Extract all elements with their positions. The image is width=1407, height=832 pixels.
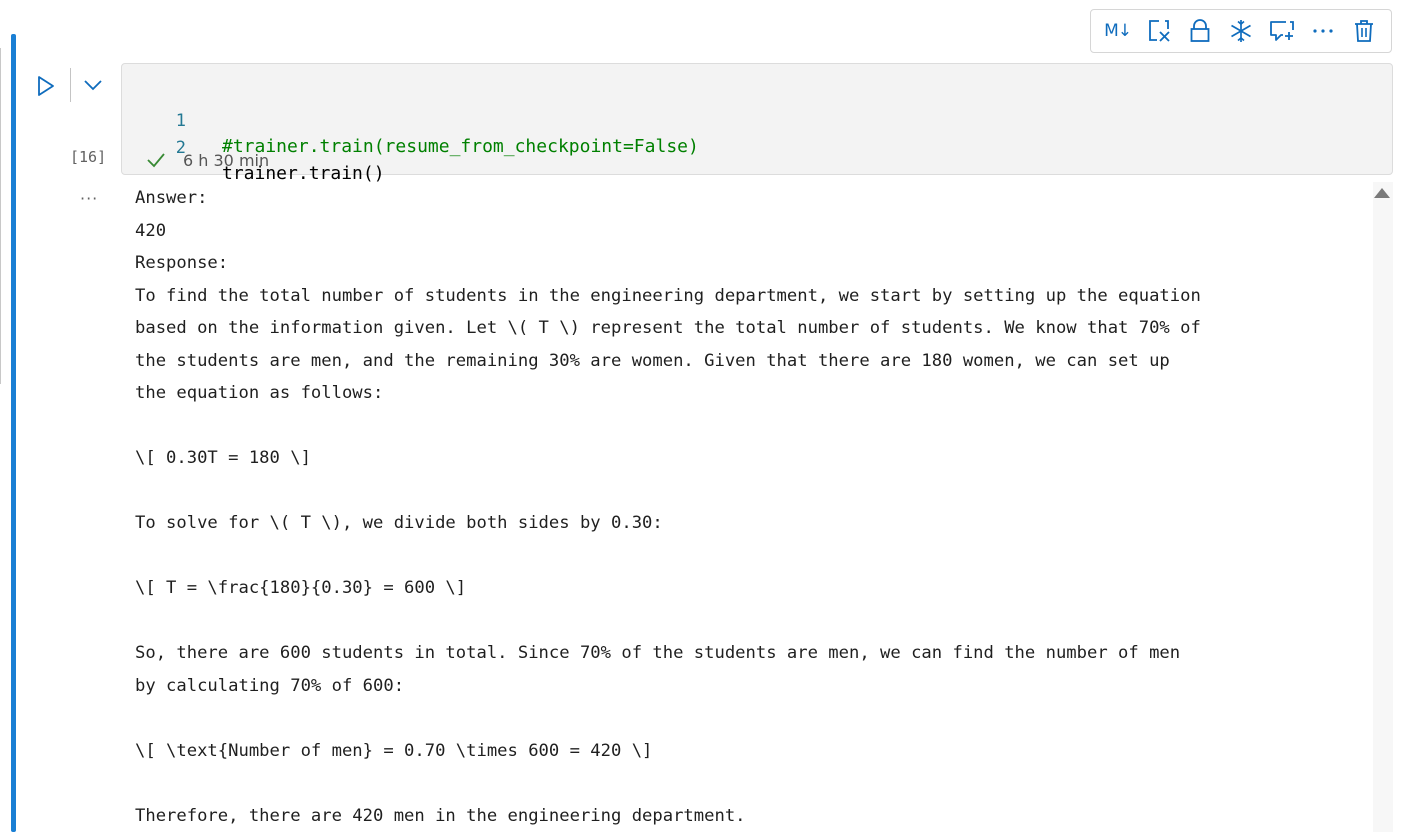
output-line: based on the information given. Let \( T…: [135, 318, 1201, 338]
comment-add-icon: [1270, 21, 1295, 41]
code-line: 1 #trainer.train(resume_from_checkpoint=…: [122, 82, 699, 157]
cell-output: Answer: 420 Response: To find the total …: [135, 182, 1365, 832]
output-line: To solve for \( T \), we divide both sid…: [135, 513, 663, 533]
output-line: by calculating 70% of 600:: [135, 675, 405, 696]
freeze-button[interactable]: [1224, 14, 1258, 48]
snowflake-icon: [1231, 20, 1251, 42]
window-left-edge: [0, 48, 1, 384]
lock-button[interactable]: [1183, 14, 1217, 48]
execution-status: 6 h 30 min: [146, 148, 269, 172]
output-line: Response:: [135, 253, 229, 273]
output-line: So, there are 600 students in total. Sin…: [135, 643, 1181, 663]
more-actions-button[interactable]: [1306, 14, 1340, 48]
markdown-toggle-button[interactable]: M↓: [1101, 14, 1135, 48]
cell-toolbar: M↓: [1090, 9, 1392, 53]
lock-icon: [1190, 19, 1210, 42]
ellipsis-icon: [1313, 29, 1333, 33]
output-scrollbar[interactable]: [1373, 182, 1393, 832]
code-line: 2 trainer.train(): [122, 109, 385, 184]
output-line: \[ 0.30T = 180 \]: [135, 448, 311, 468]
chevron-down-icon: [84, 80, 102, 91]
run-options-dropdown[interactable]: [80, 72, 106, 98]
trash-icon: [1355, 20, 1374, 42]
output-line: the equation as follows:: [135, 383, 384, 403]
execution-count: [16]: [70, 148, 107, 166]
code-editor[interactable]: 1 #trainer.train(resume_from_checkpoint=…: [121, 63, 1393, 184]
active-cell-indicator: [11, 34, 16, 832]
output-line: To find the total number of students in …: [135, 285, 1201, 306]
output-more-actions[interactable]: ···: [80, 189, 98, 208]
markdown-icon: M↓: [1104, 21, 1132, 41]
output-line: 420: [135, 220, 167, 241]
scroll-up-arrow-icon[interactable]: [1374, 188, 1390, 198]
output-line: \[ \text{Number of men} = 0.70 \times 60…: [135, 740, 653, 761]
add-comment-button[interactable]: [1265, 14, 1299, 48]
checkmark-icon: [147, 153, 165, 168]
output-line: the students are men, and the remaining …: [135, 350, 1170, 371]
clear-output-icon: [1148, 20, 1170, 42]
execution-duration: 6 h 30 min: [183, 150, 270, 170]
output-line: Therefore, there are 420 men in the engi…: [135, 805, 746, 826]
run-cell-button[interactable]: [33, 72, 59, 100]
output-line: \[ T = \frac{180}{0.30} = 600 \]: [135, 578, 467, 598]
line-number: 1: [175, 111, 186, 131]
code-text: #trainer.train(resume_from_checkpoint=Fa…: [222, 136, 699, 157]
clear-output-button[interactable]: [1142, 14, 1176, 48]
output-line: Answer:: [135, 188, 208, 208]
delete-cell-button[interactable]: [1347, 14, 1381, 48]
run-button-separator: [70, 68, 71, 102]
play-icon: [38, 76, 54, 96]
